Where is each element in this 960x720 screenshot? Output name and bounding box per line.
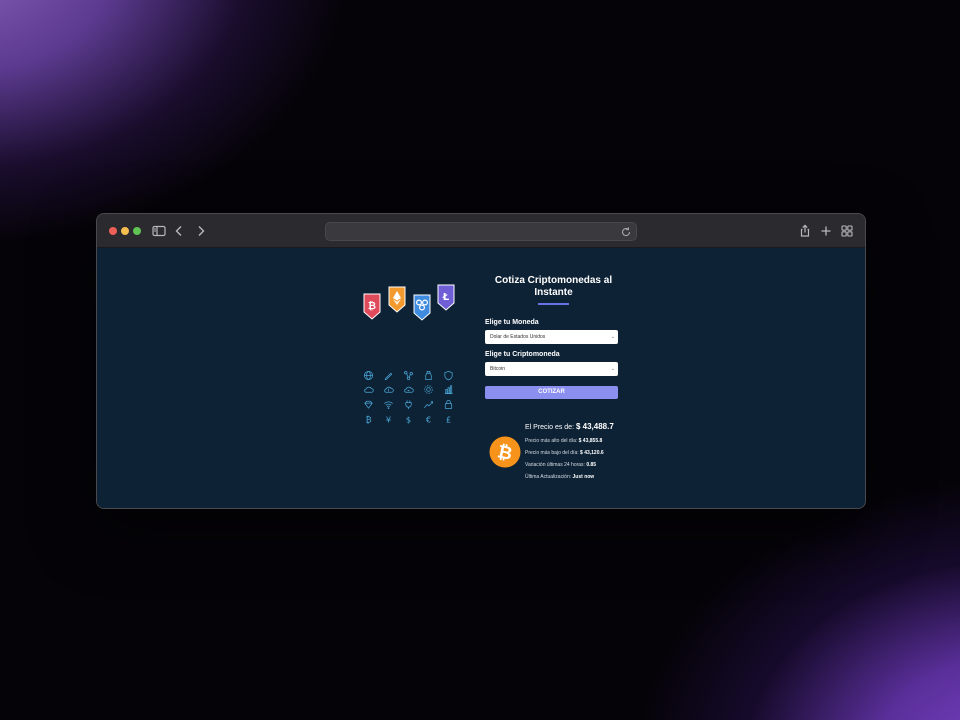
- svg-text:₿: ₿: [368, 300, 376, 312]
- browser-window: ₿ Ł ₿ ¥ $ € £ Cotiza Criptomonedas al In…: [96, 213, 866, 509]
- bitcoin-symbol-icon: ₿: [363, 414, 374, 425]
- browser-toolbar: [97, 214, 865, 248]
- gear-icon: [423, 384, 434, 395]
- pound-symbol-icon: £: [443, 414, 454, 425]
- svg-text:¥: ¥: [386, 415, 391, 425]
- high-price-value: $ 43,855.8: [578, 438, 603, 444]
- cloud-download-icon: [403, 384, 414, 395]
- litecoin-badge-icon: Ł: [437, 284, 455, 311]
- svg-text:Ł: Ł: [442, 292, 450, 303]
- price-value: $ 43,488.7: [575, 422, 614, 431]
- lock-icon: [443, 399, 454, 410]
- euro-symbol-icon: €: [423, 414, 434, 425]
- nodes-icon: [403, 370, 414, 381]
- close-window-button[interactable]: [109, 227, 117, 235]
- crypto-select-value: Bitcoin: [490, 366, 506, 372]
- chevron-down-icon: ⌄: [610, 366, 615, 372]
- change-value: 0.85: [586, 462, 597, 468]
- pen-icon: [383, 370, 394, 381]
- currency-select-value: Dolar de Estados Unidos: [490, 334, 546, 340]
- forward-icon[interactable]: [193, 223, 209, 239]
- page-title: Cotiza Criptomonedas al Instante: [494, 275, 613, 298]
- quote-form: Cotiza Criptomonedas al Instante Elige t…: [485, 275, 620, 399]
- svg-text:€: €: [426, 415, 431, 425]
- reload-icon[interactable]: [620, 225, 632, 237]
- bitcoin-coin-icon: ₿: [489, 436, 521, 468]
- trend-line-icon: [423, 399, 434, 410]
- price-label: El Precio es de:: [525, 424, 575, 431]
- zoom-window-button[interactable]: [133, 227, 141, 235]
- svg-text:£: £: [446, 415, 451, 425]
- ripple-badge-icon: [413, 294, 431, 321]
- updated-value: Just now: [572, 474, 595, 480]
- title-underline: [538, 303, 569, 305]
- shield-icon: [443, 370, 454, 381]
- crypto-illustration: ₿ Ł ₿ ¥ $ € £: [360, 284, 460, 425]
- bottle-icon: [423, 370, 434, 381]
- svg-text:$: $: [406, 415, 411, 425]
- new-tab-icon[interactable]: [818, 223, 834, 239]
- cloud-icon: [363, 384, 374, 395]
- back-icon[interactable]: [171, 223, 187, 239]
- updated-line: Última Actualización: Just now: [525, 474, 594, 480]
- crypto-label: Elige tu Criptomoneda: [485, 351, 560, 358]
- low-price-label: Precio más bajo del día:: [525, 450, 579, 456]
- currency-select[interactable]: Dolar de Estados Unidos ⌄: [485, 330, 618, 344]
- currency-label: Elige tu Moneda: [485, 319, 539, 326]
- low-price-value: $ 43,120.6: [580, 450, 604, 456]
- globe-icon: [363, 370, 374, 381]
- cloud-upload-icon: [383, 384, 394, 395]
- price-line: El Precio es de: $ 43,488.7: [525, 422, 614, 431]
- page-content: ₿ Ł ₿ ¥ $ € £ Cotiza Criptomonedas al In…: [97, 248, 865, 508]
- updated-label: Última Actualización:: [525, 474, 572, 480]
- address-bar[interactable]: [325, 222, 637, 241]
- dollar-symbol-icon: $: [403, 414, 414, 425]
- svg-text:₿: ₿: [365, 415, 371, 425]
- tab-overview-icon[interactable]: [839, 223, 855, 239]
- yen-symbol-icon: ¥: [383, 414, 394, 425]
- high-price-label: Precio más alto del día:: [525, 438, 578, 444]
- share-icon[interactable]: [797, 223, 813, 239]
- wifi-icon: [383, 399, 394, 410]
- chevron-down-icon: ⌄: [610, 334, 615, 340]
- bitcoin-badge-icon: ₿: [363, 293, 381, 320]
- ethereum-badge-icon: [388, 286, 406, 313]
- cotizar-button[interactable]: COTIZAR: [485, 386, 618, 399]
- low-price-line: Precio más bajo del día: $ 43,120.6: [525, 450, 604, 456]
- sidebar-toggle-icon[interactable]: [151, 223, 167, 239]
- change-label: Variación últimas 24 horas:: [525, 462, 585, 468]
- high-price-line: Precio más alto del día: $ 43,855.8: [525, 438, 602, 444]
- bar-chart-icon: [443, 384, 454, 395]
- change-line: Variación últimas 24 horas: 0.85: [525, 462, 596, 468]
- minimize-window-button[interactable]: [121, 227, 129, 235]
- crypto-select[interactable]: Bitcoin ⌄: [485, 362, 618, 376]
- plug-icon: [403, 399, 414, 410]
- diamond-icon: [363, 399, 374, 410]
